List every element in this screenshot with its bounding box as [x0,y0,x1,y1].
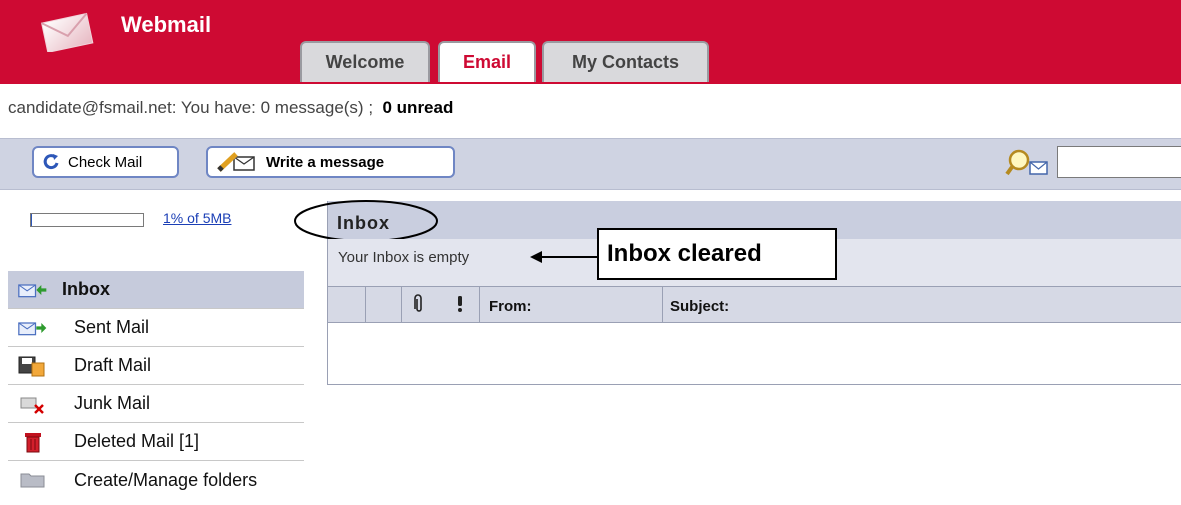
sidebar-item-label: Inbox [62,279,110,299]
tab-welcome[interactable]: Welcome [300,41,430,82]
column-divider [365,286,366,322]
account-email: candidate@fsmail.net [8,98,172,117]
sidebar-item-junk[interactable]: Junk Mail [8,385,304,423]
tab-my-contacts[interactable]: My Contacts [542,41,709,82]
quota-link[interactable]: 1% of 5MB [163,210,231,226]
highlight-ellipse [294,200,438,242]
annotation-callout: Inbox cleared [597,228,837,280]
empty-message: Your Inbox is empty [338,249,470,266]
draft-icon [18,355,48,377]
refresh-icon [43,154,59,170]
sidebar-item-deleted[interactable]: Deleted Mail [1] [8,423,304,461]
trash-icon [18,431,48,453]
sidebar-item-label: Draft Mail [74,355,152,375]
sidebar-item-inbox[interactable]: Inbox [8,271,304,309]
column-from[interactable]: From: [489,298,532,315]
folder-icon [18,469,48,491]
message-count: You have: 0 message(s) ; [180,98,374,117]
app-title: Webmail [121,12,212,37]
account-status: candidate@fsmail.net: You have: 0 messag… [8,98,453,118]
inbox-icon [18,279,48,301]
sent-icon [18,317,48,339]
exclamation-icon[interactable] [456,294,464,314]
compose-icon [217,152,255,172]
paperclip-icon[interactable] [414,294,424,314]
check-mail-label: Check Mail [68,153,143,171]
callout-text: Inbox cleared [607,240,762,267]
junk-icon [18,393,48,415]
sidebar-item-label: Deleted Mail [1] [74,431,200,451]
tab-label: Welcome [325,52,405,72]
callout-arrow [530,251,600,263]
envelope-icon [40,12,94,52]
sidebar-item-label: Sent Mail [74,317,150,337]
search-input[interactable] [1057,146,1181,178]
tab-email[interactable]: Email [438,41,536,82]
column-divider [662,286,663,322]
unread-count: 0 unread [382,98,454,117]
tab-label: Email [462,52,512,72]
quota-bar [30,213,144,227]
write-message-label: Write a message [266,153,385,171]
status-separator: : [171,98,177,117]
sidebar-item-sent[interactable]: Sent Mail [8,309,304,347]
sidebar-item-label: Junk Mail [74,393,151,413]
sidebar-item-manage-folders[interactable]: Create/Manage folders [8,461,304,499]
sidebar-item-label: Create/Manage folders [74,469,258,490]
write-message-button[interactable]: Write a message [206,146,455,178]
message-list-empty-area [327,322,1181,385]
column-divider [479,286,480,322]
column-subject[interactable]: Subject: [670,298,729,315]
check-mail-button[interactable]: Check Mail [32,146,179,178]
sidebar-item-drafts[interactable]: Draft Mail [8,347,304,385]
column-divider [401,286,402,322]
quota-fill [31,214,33,226]
tab-label: My Contacts [571,52,679,72]
search-icon[interactable] [1005,148,1049,178]
